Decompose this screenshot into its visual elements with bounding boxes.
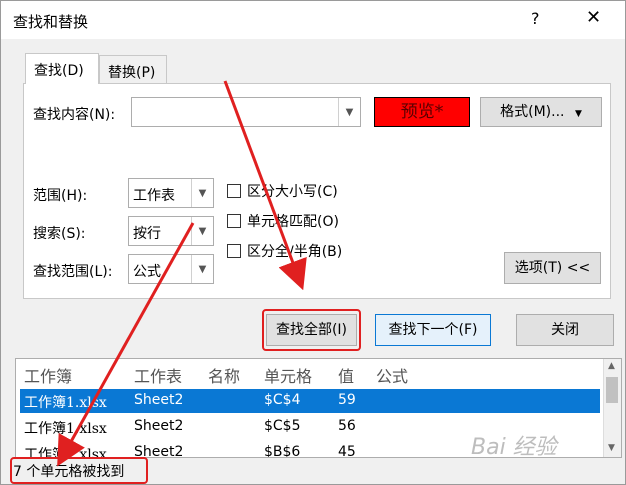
tab-find[interactable]: 查找(D) [25, 53, 99, 84]
arrow-to-status [57, 222, 195, 467]
find-replace-dialog: 查找和替换 ? ✕ 查找(D) 替换(P) 查找内容(N): ▼ 预览* 格式(… [0, 0, 626, 485]
arrow-to-find-all [223, 80, 307, 291]
